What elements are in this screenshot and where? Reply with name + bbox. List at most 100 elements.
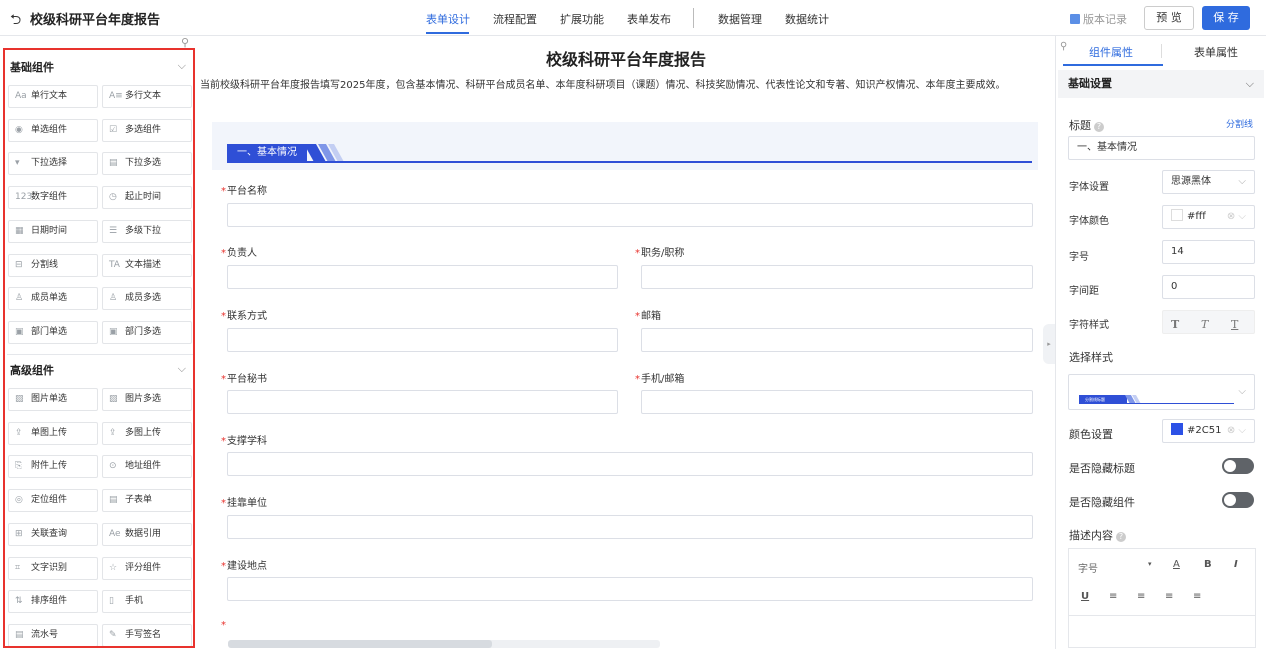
- component-icon: Ae: [109, 528, 121, 539]
- tab-form-properties[interactable]: 表单属性: [1194, 44, 1238, 60]
- back-arrow-icon[interactable]: ⮌: [10, 9, 21, 33]
- contact-input[interactable]: [227, 328, 618, 352]
- clear-chevron-icon[interactable]: ⊗ ⌵: [1227, 206, 1246, 228]
- component-icon: ▯: [109, 596, 114, 607]
- italic-tool[interactable]: I: [1234, 559, 1238, 570]
- clear-chevron-icon[interactable]: ⊗ ⌵: [1227, 420, 1246, 442]
- component-item[interactable]: ▣ 部门单选: [8, 320, 98, 344]
- component-item[interactable]: ▯ 手机: [102, 590, 192, 614]
- tab-component-properties[interactable]: 组件属性: [1089, 44, 1133, 60]
- font-color-picker[interactable]: #fff ⊗ ⌵: [1162, 205, 1255, 229]
- component-item[interactable]: ▤ 流水号: [8, 623, 98, 646]
- tab-form-design[interactable]: 表单设计: [426, 11, 470, 27]
- horizontal-scrollbar[interactable]: [228, 640, 660, 648]
- hide-component-toggle[interactable]: [1222, 492, 1254, 508]
- component-item[interactable]: ♙ 成员单选: [8, 287, 98, 311]
- tab-data-management[interactable]: 数据管理: [718, 11, 762, 27]
- component-item[interactable]: ◷ 起止时间: [102, 186, 192, 210]
- component-item[interactable]: ⇪ 单图上传: [8, 421, 98, 445]
- location-input[interactable]: [227, 577, 1033, 601]
- discipline-input[interactable]: [227, 452, 1033, 476]
- required-mark: *: [221, 248, 226, 259]
- component-item[interactable]: ⌗ 文字识别: [8, 556, 98, 580]
- email-input[interactable]: [641, 328, 1033, 352]
- component-item[interactable]: ⇅ 排序组件: [8, 590, 98, 614]
- align-left-icon[interactable]: ≡: [1109, 591, 1117, 602]
- component-label: 单选组件: [31, 124, 68, 135]
- caret-down-icon[interactable]: ▾: [1148, 560, 1152, 568]
- version-history-button[interactable]: 版本记录: [1070, 11, 1127, 27]
- tab-form-publish[interactable]: 表单发布: [627, 11, 671, 27]
- italic-style-button[interactable]: T: [1201, 314, 1208, 336]
- align-right-icon[interactable]: ≡: [1165, 591, 1173, 602]
- component-item[interactable]: ✎ 手写签名: [102, 623, 192, 646]
- secretary-input[interactable]: [227, 390, 618, 414]
- component-item[interactable]: ⇪ 多图上传: [102, 421, 192, 445]
- component-item[interactable]: ◎ 定位组件: [8, 489, 98, 513]
- version-label: 版本记录: [1083, 13, 1127, 26]
- component-item[interactable]: ▾ 下拉选择: [8, 152, 98, 176]
- underline-tool[interactable]: U: [1081, 591, 1089, 602]
- affiliation-input[interactable]: [227, 515, 1033, 539]
- component-item[interactable]: Aa 单行文本: [8, 85, 98, 108]
- component-item[interactable]: ▤ 下拉多选: [102, 152, 192, 176]
- component-item[interactable]: ☆ 评分组件: [102, 556, 192, 580]
- underline-style-button[interactable]: T: [1231, 314, 1238, 336]
- platform-name-input[interactable]: [227, 203, 1033, 227]
- align-center-icon[interactable]: ≡: [1137, 591, 1145, 602]
- component-item[interactable]: ▤ 子表单: [102, 489, 192, 513]
- component-item[interactable]: Ae 数据引用: [102, 522, 192, 546]
- tab-data-statistics[interactable]: 数据统计: [785, 11, 829, 27]
- component-item[interactable]: ▨ 图片单选: [8, 388, 98, 411]
- collapse-panel-handle[interactable]: ▸: [1043, 324, 1055, 364]
- font-size-dropdown[interactable]: 字号: [1078, 560, 1098, 575]
- leader-input[interactable]: [227, 265, 618, 289]
- component-item[interactable]: ⊙ 地址组件: [102, 455, 192, 479]
- font-select[interactable]: 思源黑体 ⌵: [1162, 170, 1255, 194]
- help-icon[interactable]: ?: [1094, 122, 1104, 132]
- rich-text-editor[interactable]: 字号 ▾ A B I U ≡ ≡ ≡ ≡: [1068, 548, 1256, 648]
- chevron-down-icon: ⌵: [177, 59, 186, 72]
- basic-components-header[interactable]: 基础组件 ⌵: [10, 59, 188, 83]
- title-rank-input[interactable]: [641, 265, 1033, 289]
- basic-settings-header[interactable]: 基础设置 ⌵: [1058, 70, 1264, 98]
- component-item[interactable]: ☰ 多级下拉: [102, 219, 192, 243]
- component-item[interactable]: ♙ 成员多选: [102, 287, 192, 311]
- title-input[interactable]: 一、基本情况: [1068, 136, 1255, 160]
- component-item[interactable]: ▨ 图片多选: [102, 388, 192, 411]
- section-divider-component[interactable]: 一、基本情况: [212, 122, 1038, 170]
- tab-extensions[interactable]: 扩展功能: [560, 11, 604, 27]
- component-item[interactable]: ☑ 多选组件: [102, 118, 192, 142]
- component-label: 评分组件: [125, 562, 162, 573]
- scrollbar-thumb[interactable]: [228, 640, 492, 648]
- component-item[interactable]: 123数字组件: [8, 186, 98, 210]
- component-item[interactable]: ⊞ 关联查询: [8, 522, 98, 546]
- pin-icon[interactable]: ⚲: [1060, 41, 1067, 52]
- bold-tool[interactable]: B: [1204, 559, 1212, 570]
- field-label-phone-email: *手机/邮箱: [635, 370, 684, 385]
- color-picker[interactable]: #2C51 ⊗ ⌵: [1162, 419, 1255, 443]
- color-swatch: [1171, 423, 1183, 435]
- tab-flow-config[interactable]: 流程配置: [493, 11, 537, 27]
- align-justify-icon[interactable]: ≡: [1193, 591, 1201, 602]
- preview-button[interactable]: 预 览: [1144, 6, 1194, 30]
- component-item[interactable]: ◉ 单选组件: [8, 118, 98, 142]
- font-size-input[interactable]: 14: [1162, 240, 1255, 264]
- divider-type-link[interactable]: 分割线: [1226, 117, 1253, 130]
- bold-style-button[interactable]: T: [1171, 314, 1179, 336]
- letter-spacing-label: 字间距: [1069, 286, 1099, 297]
- letter-spacing-input[interactable]: 0: [1162, 275, 1255, 299]
- phone-email-input[interactable]: [641, 390, 1033, 414]
- style-preview-select[interactable]: 分割线标题 ⌵: [1068, 374, 1255, 410]
- hide-title-toggle[interactable]: [1222, 458, 1254, 474]
- component-item[interactable]: ▦ 日期时间: [8, 219, 98, 243]
- save-button[interactable]: 保 存: [1202, 6, 1250, 30]
- component-item[interactable]: A≡ 多行文本: [102, 85, 192, 108]
- font-color-tool[interactable]: A: [1173, 559, 1180, 570]
- help-icon[interactable]: ?: [1116, 532, 1126, 542]
- component-item[interactable]: TA 文本描述: [102, 253, 192, 277]
- component-item[interactable]: ▣ 部门多选: [102, 320, 192, 344]
- component-item[interactable]: ⎘ 附件上传: [8, 455, 98, 479]
- component-item[interactable]: ⊟ 分割线: [8, 253, 98, 277]
- advanced-components-header[interactable]: 高级组件 ⌵: [10, 362, 188, 386]
